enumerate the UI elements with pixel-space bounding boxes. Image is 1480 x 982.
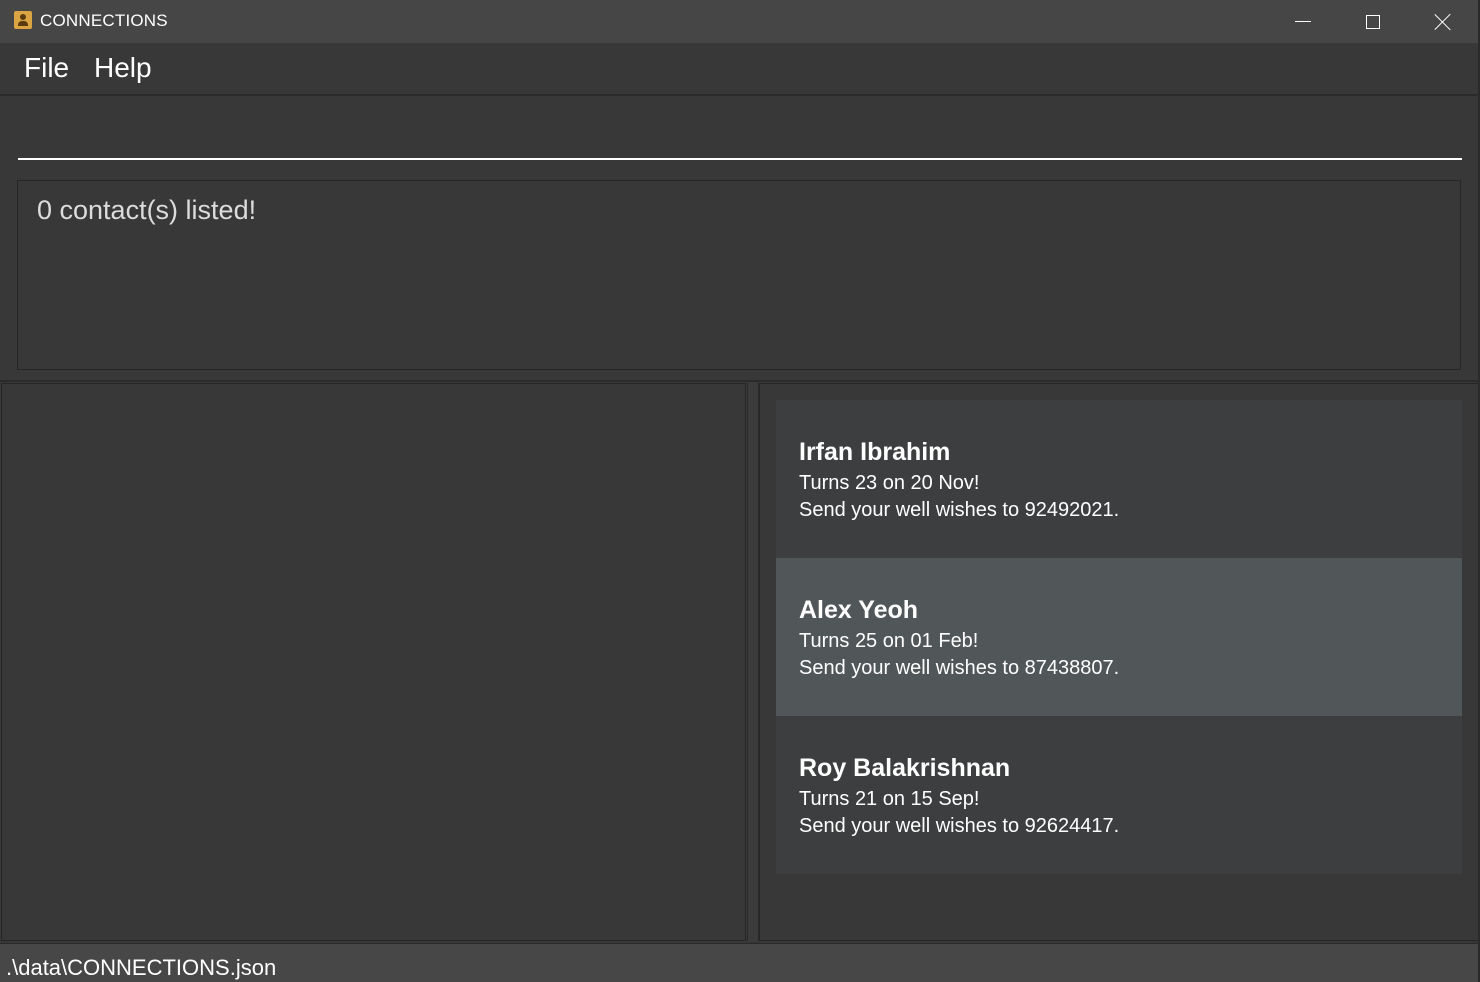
birthday-card[interactable]: Roy Balakrishnan Turns 21 on 15 Sep! Sen…	[776, 716, 1462, 874]
minimize-icon	[1295, 21, 1311, 22]
menu-help[interactable]: Help	[94, 52, 152, 84]
birthday-card-turns: Turns 21 on 15 Sep!	[799, 788, 980, 810]
address-book-icon	[14, 11, 32, 29]
title-bar[interactable]: CONNECTIONS	[0, 0, 1480, 43]
contact-list-panel[interactable]	[1, 383, 746, 941]
command-box-pane	[0, 95, 1478, 173]
result-display-pane: 0 contact(s) listed!	[0, 172, 1478, 382]
close-button[interactable]	[1408, 0, 1478, 43]
birthday-card-turns: Turns 23 on 20 Nov!	[799, 472, 980, 494]
birthday-card-wishes: Send your well wishes to 87438807.	[799, 657, 1120, 679]
save-file-path: .\data\CONNECTIONS.json	[6, 955, 277, 980]
split-pane-divider[interactable]	[747, 383, 759, 941]
result-message: 0 contact(s) listed!	[37, 195, 257, 225]
minimize-button[interactable]	[1268, 0, 1338, 43]
close-icon	[1434, 13, 1452, 31]
birthday-card-wishes: Send your well wishes to 92624417.	[799, 815, 1120, 837]
birthday-card-name: Roy Balakrishnan	[799, 754, 1011, 782]
maximize-icon	[1366, 14, 1380, 29]
maximize-button[interactable]	[1338, 0, 1408, 43]
birthday-card-wishes: Send your well wishes to 92492021.	[799, 499, 1120, 521]
command-input[interactable]	[18, 106, 1462, 160]
birthday-card[interactable]: Irfan Ibrahim Turns 23 on 20 Nov! Send y…	[776, 400, 1462, 558]
window-title: CONNECTIONS	[40, 11, 168, 30]
birthday-list-panel[interactable]: Irfan Ibrahim Turns 23 on 20 Nov! Send y…	[759, 383, 1479, 941]
birthday-card-name: Irfan Ibrahim	[799, 438, 951, 466]
app-window: CONNECTIONS File Help 0 contact(s) liste…	[0, 0, 1480, 982]
birthday-card[interactable]: Alex Yeoh Turns 25 on 01 Feb! Send your …	[776, 558, 1462, 716]
status-bar: .\data\CONNECTIONS.json	[0, 943, 1480, 982]
birthday-card-name: Alex Yeoh	[799, 596, 919, 624]
menu-file[interactable]: File	[24, 52, 69, 84]
menu-bar: File Help	[0, 43, 1478, 95]
birthday-card-turns: Turns 25 on 01 Feb!	[799, 630, 979, 652]
result-display[interactable]: 0 contact(s) listed!	[17, 180, 1461, 370]
